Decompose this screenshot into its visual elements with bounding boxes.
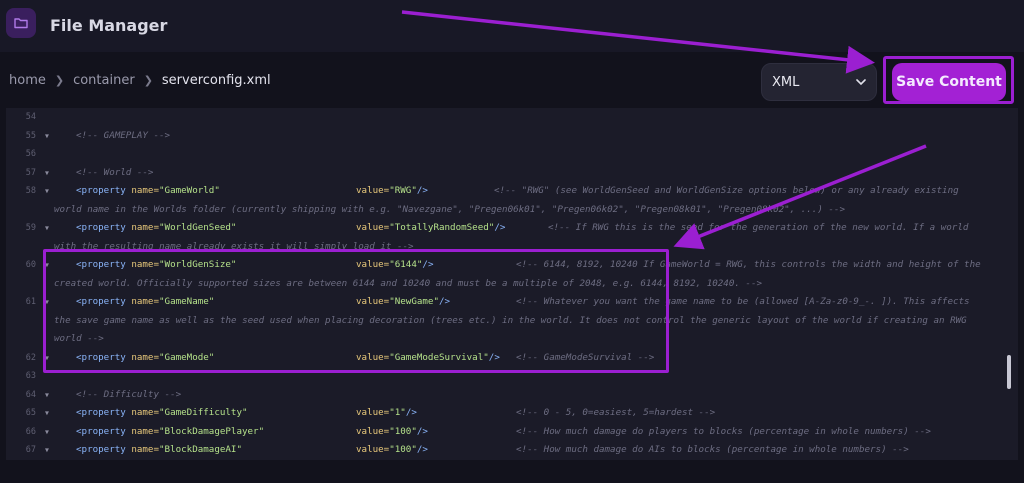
annotation-arrows [401, 10, 927, 250]
arrow-to-save [401, 10, 875, 74]
arrow-to-box [673, 144, 927, 250]
